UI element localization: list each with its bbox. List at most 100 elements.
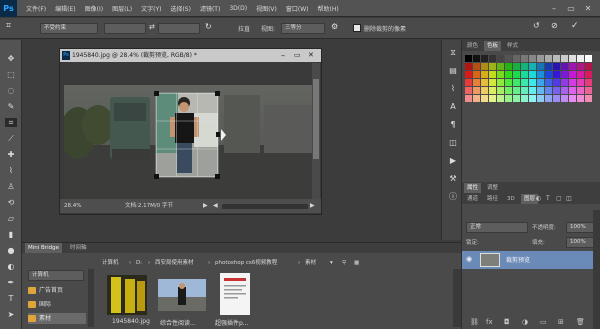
swatch[interactable] — [561, 79, 568, 86]
reset-icon[interactable]: ↺ — [533, 21, 540, 30]
swatch[interactable] — [497, 79, 504, 86]
blend-mode-select[interactable]: 正常 — [466, 222, 528, 233]
swatch[interactable] — [585, 63, 592, 70]
eyedropper-tool-icon[interactable]: ⟋ — [5, 134, 17, 143]
swatch[interactable] — [521, 95, 528, 102]
swatch[interactable] — [465, 95, 472, 102]
swatch[interactable] — [473, 95, 480, 102]
swatch[interactable] — [465, 55, 472, 62]
view-overlay-select[interactable]: 三等分 — [281, 23, 325, 34]
menu-layer[interactable]: 图层(L) — [112, 4, 132, 13]
swatch[interactable] — [537, 79, 544, 86]
type-tool-icon[interactable]: T — [5, 294, 17, 303]
swatch[interactable] — [577, 71, 584, 78]
swatch[interactable] — [585, 79, 592, 86]
swatch[interactable] — [465, 71, 472, 78]
blur-tool-icon[interactable]: ● — [5, 246, 17, 255]
history-panel-icon[interactable]: ⧖ — [447, 48, 459, 57]
crop-tool-icon[interactable]: ⌗ — [6, 21, 11, 31]
fill-input[interactable]: 100% — [566, 237, 594, 248]
doc-maximize-icon[interactable]: ▭ — [294, 49, 301, 62]
minimize-icon[interactable]: – — [548, 3, 560, 14]
breadcrumb-computer[interactable]: 计算机 — [102, 257, 119, 269]
menu-filter[interactable]: 滤镜(T) — [200, 4, 220, 13]
folder-item[interactable]: 国际 — [28, 299, 86, 310]
info-panel-icon[interactable]: ⓘ — [447, 192, 459, 201]
swatch[interactable] — [505, 63, 512, 70]
swatch[interactable] — [497, 55, 504, 62]
eye-icon[interactable]: ◉ — [466, 255, 472, 263]
swatch[interactable] — [513, 79, 520, 86]
healing-tool-icon[interactable]: ✚ — [5, 150, 17, 159]
swatch-grid[interactable] — [462, 52, 600, 147]
swatch[interactable] — [545, 87, 552, 94]
icon-new-layer-icon[interactable]: ◐ — [536, 195, 541, 202]
swatch[interactable] — [513, 55, 520, 62]
close-icon[interactable]: ✕ — [582, 3, 594, 14]
swatch[interactable] — [585, 71, 592, 78]
status-menu-arrow-icon[interactable]: ▶ — [203, 199, 208, 213]
swatch[interactable] — [529, 71, 536, 78]
tab-styles[interactable]: 样式 — [504, 41, 521, 51]
dodge-tool-icon[interactable]: ◐ — [5, 262, 17, 271]
menu-type[interactable]: 文字(Y) — [141, 4, 161, 13]
swatch[interactable] — [481, 55, 488, 62]
swatch[interactable] — [561, 87, 568, 94]
icon-text-layer-icon[interactable]: T — [546, 195, 550, 202]
tab-color[interactable]: 颜色 — [464, 41, 481, 51]
swatch[interactable] — [489, 87, 496, 94]
swatch[interactable] — [489, 63, 496, 70]
swatch[interactable] — [481, 79, 488, 86]
swatch[interactable] — [545, 79, 552, 86]
swatch[interactable] — [553, 55, 560, 62]
folder-scrollbar[interactable] — [88, 269, 94, 327]
actions-panel-icon[interactable]: ▶ — [447, 156, 459, 165]
canvas-photo[interactable] — [64, 85, 314, 199]
swatch[interactable] — [569, 55, 576, 62]
tab-timeline[interactable]: 时间轴 — [67, 243, 90, 253]
swatch[interactable] — [481, 87, 488, 94]
swatch[interactable] — [497, 63, 504, 70]
swatch[interactable] — [505, 95, 512, 102]
swatch[interactable] — [553, 87, 560, 94]
thumb-image-3[interactable] — [220, 273, 250, 315]
swatch[interactable] — [481, 71, 488, 78]
swatch[interactable] — [577, 79, 584, 86]
straighten-label[interactable]: 拉直 — [238, 24, 250, 33]
gear-icon[interactable]: ⚙ — [331, 22, 338, 31]
doc-minimize-icon[interactable]: – — [281, 49, 285, 62]
delete-cropped-checkbox[interactable] — [353, 24, 361, 32]
swatch[interactable] — [585, 55, 592, 62]
tool-presets-icon[interactable]: ⚒ — [447, 174, 459, 183]
brush-tool-icon[interactable]: ⌇ — [5, 166, 17, 175]
crop-width-input[interactable] — [104, 23, 146, 34]
swatch[interactable] — [521, 87, 528, 94]
swatch[interactable] — [513, 95, 520, 102]
doc-close-icon[interactable]: ✕ — [308, 49, 314, 62]
swatch[interactable] — [553, 71, 560, 78]
swap-icon[interactable]: ⇄ — [149, 23, 155, 31]
stamp-tool-icon[interactable]: ♙ — [5, 182, 17, 191]
path-select-tool-icon[interactable]: ➤ — [5, 310, 17, 319]
swatch[interactable] — [529, 79, 536, 86]
history-brush-icon[interactable]: ⟲ — [5, 198, 17, 207]
swatch[interactable] — [537, 63, 544, 70]
swatch[interactable] — [505, 55, 512, 62]
swatch[interactable] — [537, 71, 544, 78]
swatch[interactable] — [569, 95, 576, 102]
layer-name[interactable]: 裁剪预览 — [506, 255, 530, 264]
move-tool-icon[interactable]: ✥ — [5, 54, 17, 63]
swatch[interactable] — [569, 87, 576, 94]
scroll-left-icon[interactable]: ◀ — [213, 199, 218, 213]
swatch[interactable] — [513, 63, 520, 70]
breadcrumb-folder-2[interactable]: photoshop cs6视频教程 — [215, 257, 277, 269]
adjustment-layer-icon[interactable]: ◑ — [522, 318, 528, 326]
menu-view[interactable]: 视图(V) — [256, 4, 277, 13]
menu-3d[interactable]: 3D(D) — [229, 5, 247, 12]
pen-tool-icon[interactable]: ✒ — [5, 278, 17, 287]
brush-panel-icon[interactable]: ⌇ — [447, 84, 459, 93]
swatch[interactable] — [553, 95, 560, 102]
horizontal-scrollbar[interactable] — [222, 204, 308, 209]
swatch[interactable] — [497, 71, 504, 78]
breadcrumb-folder-3[interactable]: 素材 — [305, 257, 316, 269]
